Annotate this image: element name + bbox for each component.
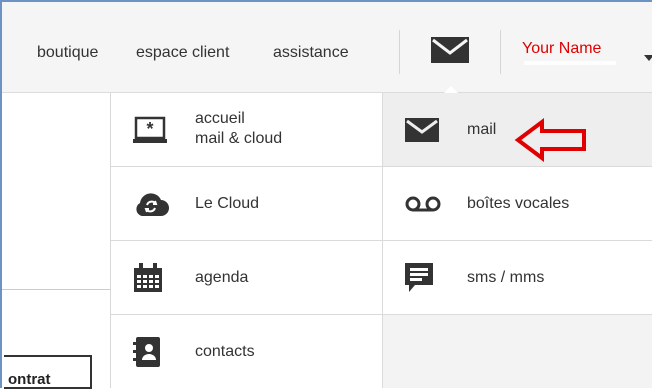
svg-text:*: * [146, 119, 153, 139]
header-divider [399, 30, 400, 74]
sms-icon [405, 262, 433, 292]
contacts-icon [133, 336, 160, 367]
menu-item-label: agenda [195, 268, 249, 286]
envelope-icon [405, 117, 439, 142]
menu-item-contacts[interactable]: contacts [111, 315, 383, 388]
user-name[interactable]: Your Name [522, 40, 601, 58]
divider [2, 289, 110, 290]
menu-item-label: boîtes vocales [467, 194, 570, 212]
header-divider [500, 30, 501, 74]
menu-item-label-line2: mail & cloud [195, 130, 283, 147]
menu-item-le-cloud[interactable]: Le Cloud [111, 167, 383, 241]
menu-item-label: contacts [195, 342, 255, 360]
empty-menu-cell [383, 315, 652, 388]
menu-item-label: sms / mms [467, 268, 545, 286]
chevron-down-icon[interactable] [644, 55, 652, 61]
menu-item-accueil[interactable]: * accueil mail & cloud [111, 93, 383, 167]
header-bar: boutique espace client assistance Your N… [2, 2, 652, 94]
user-subtext-redacted [524, 61, 616, 65]
calendar-icon [134, 262, 162, 292]
menu-item-sms-mms[interactable]: sms / mms [383, 241, 652, 315]
nav-link-espace-client[interactable]: espace client [136, 44, 229, 62]
accueil-icon: * [133, 116, 167, 143]
nav-link-boutique[interactable]: boutique [37, 44, 98, 62]
menu-item-agenda[interactable]: agenda [111, 241, 383, 315]
voicemail-icon [405, 196, 441, 211]
menu-item-boites-vocales[interactable]: boîtes vocales [383, 167, 652, 241]
menu-item-label: Le Cloud [195, 194, 260, 212]
menu-item-label: accueil mail & cloud [195, 109, 282, 149]
contract-label: ontrat [8, 371, 51, 388]
menu-item-label: mail [467, 120, 497, 138]
envelope-icon[interactable] [430, 36, 470, 64]
cloud-icon [136, 192, 169, 216]
red-arrow-annotation [514, 118, 586, 162]
background-panel [2, 93, 110, 388]
nav-link-assistance[interactable]: assistance [273, 44, 349, 62]
menu-item-label-line1: accueil [195, 110, 245, 127]
